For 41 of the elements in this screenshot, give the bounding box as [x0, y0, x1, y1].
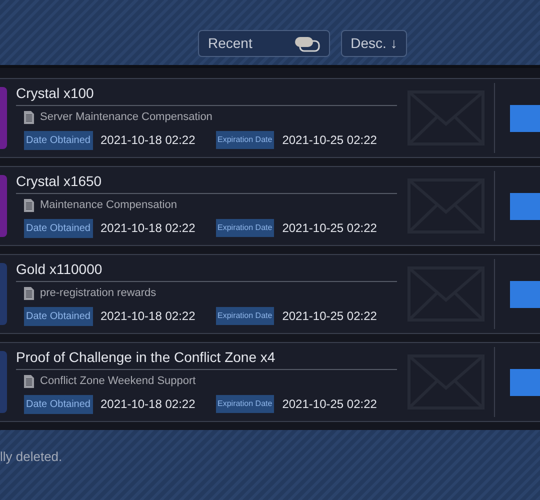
mail-card[interactable]: Proof of Challenge in the Conflict Zone x4 Conflict Zone Weekend Support Date Obtained 2021-10-18 02:22 Expiration Date 2021-10-25 02:22	[0, 342, 540, 422]
sort-label: Recent	[208, 34, 252, 53]
mail-title: Proof of Challenge in the Conflict Zone x4	[16, 347, 397, 370]
mail-card[interactable]: Crystal x1650 Maintenance Compensation Date Obtained 2021-10-18 02:22 Expiration Date 2021-10-25 02:22	[0, 166, 540, 246]
expiration-date: 2021-10-25 02:22	[282, 132, 377, 149]
document-icon	[24, 374, 34, 388]
claim-button[interactable]	[510, 368, 540, 396]
expiration-tag: Expiration Date	[216, 307, 274, 325]
mail-title: Crystal x100	[16, 83, 397, 106]
mail-card[interactable]: Crystal x100 Server Maintenance Compensation Date Obtained 2021-10-18 02:22 Expiration Date 2021-10-25 02:22	[0, 78, 540, 158]
expiration-tag: Expiration Date	[216, 219, 274, 237]
expiration-tag: Expiration Date	[216, 395, 274, 413]
mail-card[interactable]: Gold x110000 pre-registration rewards Date Obtained 2021-10-18 02:22 Expiration Date 2021-10-25 02:22	[0, 254, 540, 334]
mail-subject: Server Maintenance Compensation	[40, 110, 212, 125]
expiration-date: 2021-10-25 02:22	[282, 396, 377, 413]
date-obtained-tag: Date Obtained	[24, 218, 92, 238]
document-icon	[24, 110, 34, 124]
claim-button[interactable]	[510, 280, 540, 308]
date-obtained-tag: Date Obtained	[24, 130, 92, 150]
toggle-icon	[294, 36, 320, 52]
mail-subject: Maintenance Compensation	[40, 198, 177, 213]
expiration-date: 2021-10-25 02:22	[282, 220, 377, 237]
document-icon	[24, 286, 34, 300]
mail-title: Crystal x1650	[16, 171, 397, 194]
date-obtained: 2021-10-18 02:22	[100, 308, 196, 325]
date-obtained-tag: Date Obtained	[24, 306, 92, 326]
mail-title: Gold x110000	[16, 259, 397, 282]
document-icon	[24, 198, 34, 212]
date-obtained: 2021-10-18 02:22	[100, 132, 196, 149]
claim-button[interactable]	[510, 192, 540, 220]
expiration-tag: Expiration Date	[216, 131, 274, 149]
sort-dropdown[interactable]: Recent	[198, 30, 330, 57]
order-button[interactable]: Desc. ↓	[341, 30, 407, 57]
mail-subject: pre-registration rewards	[40, 286, 156, 301]
date-obtained: 2021-10-18 02:22	[100, 220, 196, 237]
date-obtained: 2021-10-18 02:22	[100, 396, 196, 413]
date-obtained-tag: Date Obtained	[24, 394, 92, 414]
expiration-date: 2021-10-25 02:22	[282, 308, 377, 325]
notice-text: lly deleted.	[0, 449, 62, 464]
claim-button[interactable]	[510, 104, 540, 132]
mail-subject: Conflict Zone Weekend Support	[40, 374, 196, 389]
